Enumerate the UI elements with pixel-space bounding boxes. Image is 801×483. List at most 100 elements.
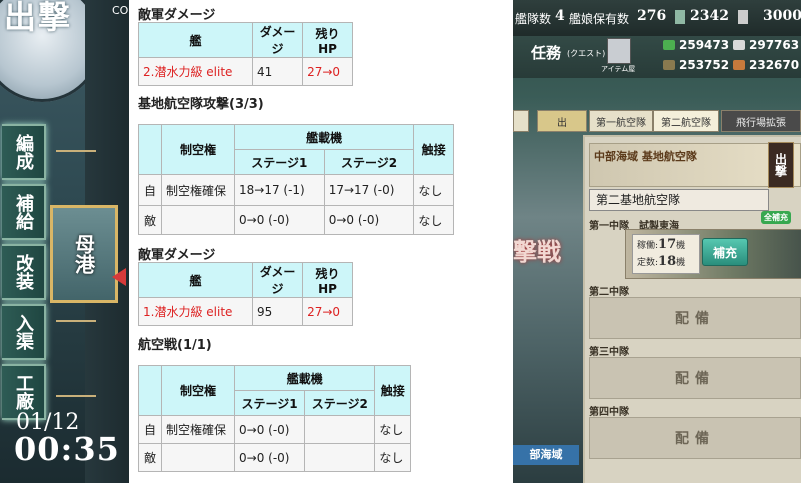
squad2-label: 第二中隊: [589, 287, 629, 298]
stage1-value: 0→0 (-0): [233, 415, 306, 444]
contact-value: なし: [374, 415, 411, 444]
total-count: 18: [658, 254, 677, 269]
stage1-value: 0→0 (-0): [234, 205, 325, 235]
stage2-value: [304, 415, 376, 444]
air-base-name[interactable]: 第二基地航空隊: [589, 189, 769, 211]
squad4-deploy-button[interactable]: 配備: [589, 417, 801, 459]
col-aircraft: 艦載機: [233, 365, 376, 391]
quest-area: 任務 (クエスト) アイテム屋 259473 297763 253752 232…: [513, 36, 801, 78]
col-remaining-hp: 残りHP: [302, 262, 353, 298]
col-air-control: 制空権: [161, 365, 235, 416]
quest-sub-label: (クエスト): [567, 49, 606, 58]
col-aircraft: 艦載機: [233, 124, 415, 150]
game-right-panel: 艦隊数 4 艦娘保有数 276 2342 3000 任務 (クエスト) アイテム…: [513, 0, 801, 483]
wiki-panel: 敵軍ダメージ 艦 ダメージ 残りHP 2.潜水力級 elite 41 27→0 …: [129, 0, 513, 483]
side-label: 敵: [138, 205, 162, 235]
bucket-icon: [675, 10, 685, 24]
shipgirl-count-label: 艦娘保有数: [569, 12, 630, 26]
steel-value: 297763: [749, 38, 800, 52]
damage-value: 95: [251, 297, 304, 326]
item-shop-label: アイテム屋: [601, 65, 636, 73]
col-ship: 艦: [138, 22, 253, 58]
port-button[interactable]: 母港: [50, 205, 118, 303]
resupply-button[interactable]: 補充: [702, 238, 748, 266]
tab-base2-label: 第二航空隊: [661, 117, 711, 129]
full-resupply-button[interactable]: 全補充: [761, 211, 791, 224]
air-battle-table: 制空権 艦載機 触接 ステージ1 ステージ2 自 制空権確保 0→0 (-0) …: [138, 365, 411, 472]
air-control-value: [161, 205, 235, 235]
menu-resupply-button[interactable]: 補給: [2, 184, 46, 240]
contact-value: なし: [413, 205, 454, 235]
tab-sortie-label: 出: [557, 117, 567, 129]
air-control-value: [161, 443, 235, 472]
crane-girder: [56, 150, 96, 152]
air-base-panel: 中部海域 基地航空隊 出撃 第二基地航空隊 第一中隊 試製東海 全補充 稼働:1…: [583, 135, 801, 483]
bauxite-icon: [733, 60, 745, 70]
squad4-label: 第四中隊: [589, 407, 629, 418]
bauxite-value: 232670: [749, 58, 800, 72]
tab-base2[interactable]: 第二航空隊: [653, 110, 719, 132]
squad2-deploy-button[interactable]: 配備: [589, 297, 801, 339]
menu-repair-button[interactable]: 入渠: [2, 304, 46, 360]
tab-sortie[interactable]: 出: [537, 110, 587, 132]
hp-value: 27→0: [302, 57, 353, 86]
menu-remodel-button[interactable]: 改装: [2, 244, 46, 300]
col-contact: 触接: [374, 365, 411, 416]
fuel-value: 259473: [679, 38, 730, 52]
squad3-label: 第三中隊: [589, 347, 629, 358]
tab-expand[interactable]: 飛行場拡張: [721, 110, 801, 132]
port-button-label: 母港: [71, 234, 96, 274]
unit-label: 機: [676, 241, 686, 251]
col-damage: ダメージ: [251, 262, 304, 298]
fleet-count-label: 艦隊数: [515, 12, 552, 26]
squad1-stats: 稼働:17機 定数:18機: [632, 234, 700, 274]
ship-name[interactable]: 2.潜水力級 elite: [138, 57, 253, 86]
corner-cell: [138, 124, 162, 175]
col-remaining-hp: 残りHP: [302, 22, 353, 58]
stage1-value: 0→0 (-0): [233, 443, 306, 472]
ship-name[interactable]: 1.潜水力級 elite: [138, 297, 253, 326]
col-damage: ダメージ: [251, 22, 304, 58]
enemy-damage-heading: 敵軍ダメージ: [138, 248, 216, 263]
squad3-deploy-button[interactable]: 配備: [589, 357, 801, 399]
battle-banner: 撃戦: [513, 237, 561, 266]
bucket-count: 2342: [690, 8, 729, 24]
quest-button[interactable]: 任務: [531, 42, 561, 63]
side-label: 自: [138, 174, 162, 206]
col-stage1: ステージ1: [234, 149, 325, 175]
enemy-damage-heading: 敵軍ダメージ: [138, 8, 216, 23]
contact-value: なし: [413, 174, 454, 206]
col-stage2: ステージ2: [304, 390, 376, 416]
coin-count: 3000: [763, 8, 801, 24]
col-ship: 艦: [138, 262, 253, 298]
col-stage2: ステージ2: [323, 149, 415, 175]
active-label: 稼働:: [637, 241, 659, 251]
base-attack-table: 制空権 艦載機 触接 ステージ1 ステージ2 自 制空権確保 18→17 (-1…: [138, 124, 454, 235]
squad1-slot[interactable]: 稼働:17機 定数:18機 補充: [625, 229, 801, 279]
squad1-active-line: 稼働:17機: [637, 237, 695, 252]
active-count: 17: [658, 237, 677, 252]
air-base-header: 中部海域 基地航空隊 出撃: [589, 142, 801, 188]
enemy-damage-table-2: 艦 ダメージ 残りHP 1.潜水力級 elite 95 27→0: [138, 262, 353, 326]
arrow-left-icon: [112, 268, 126, 286]
stage1-value: 18→17 (-1): [234, 174, 325, 206]
tab-base1-label: 第一航空隊: [596, 117, 646, 129]
col-contact: 触接: [413, 124, 454, 175]
air-control-value: 制空権確保: [161, 415, 235, 444]
crane-girder: [56, 320, 96, 322]
shipgirl-count: 276: [637, 8, 667, 24]
title-fragment: CO: [112, 4, 129, 17]
total-label: 定数:: [637, 258, 659, 268]
sortie-stamp: 出撃: [768, 142, 794, 188]
stage2-value: 0→0 (-0): [323, 205, 415, 235]
tab-base1[interactable]: 第一航空隊: [589, 110, 653, 132]
squad1-total-line: 定数:18機: [637, 254, 695, 269]
side-label: 敵: [138, 443, 162, 472]
side-label: 自: [138, 415, 162, 444]
corner-cell: [138, 365, 162, 416]
contact-value: なし: [374, 443, 411, 472]
hp-value: 27→0: [302, 297, 353, 326]
fleet-count: 4: [555, 8, 565, 24]
item-shop-button[interactable]: アイテム屋: [601, 38, 635, 76]
menu-organize-button[interactable]: 編成: [2, 124, 46, 180]
